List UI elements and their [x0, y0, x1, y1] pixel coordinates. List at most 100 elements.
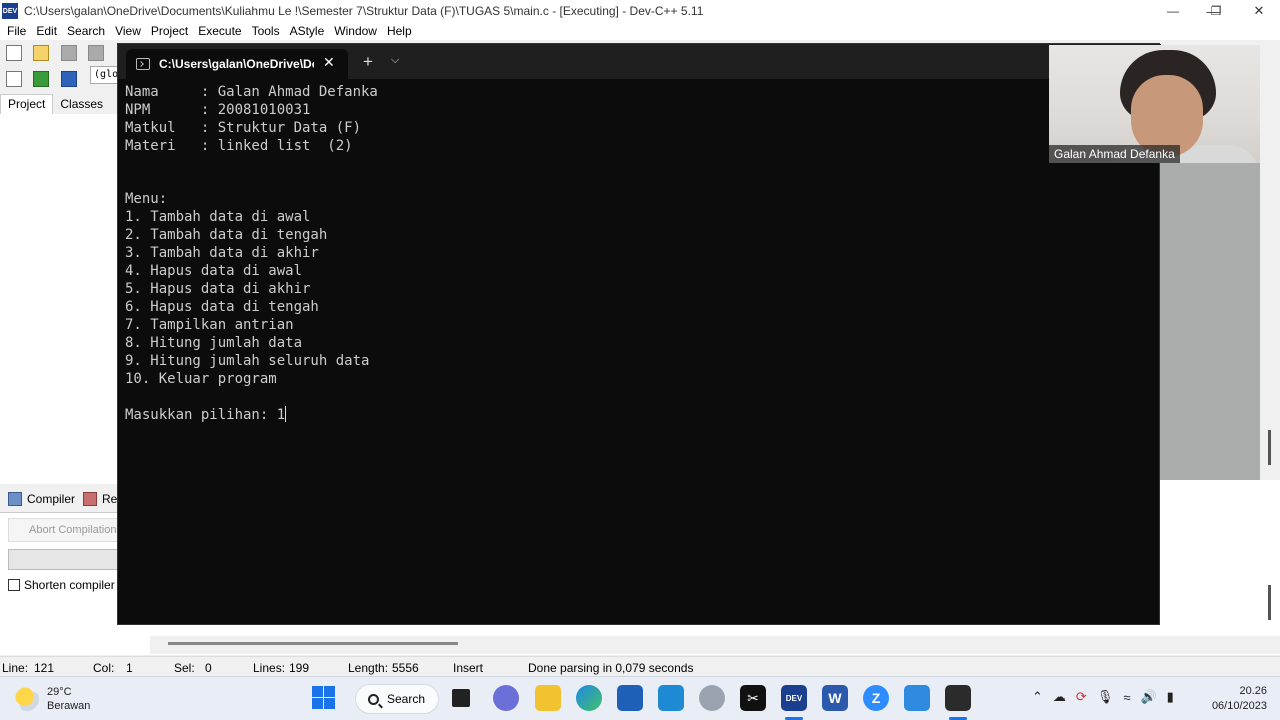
temperature: 29°C — [47, 686, 72, 698]
monitor-app-icon[interactable] — [658, 685, 684, 711]
terminal-line: Matkul : Struktur Data (F) — [125, 119, 362, 136]
compiler-log-area — [1160, 480, 1280, 640]
menu-edit[interactable]: Edit — [36, 24, 57, 38]
new-file-icon[interactable] — [6, 45, 22, 61]
left-panel-tabs: Project Classes Deb — [0, 94, 139, 114]
settings-gear-icon[interactable] — [699, 685, 725, 711]
menu-bar: File Edit Search View Project Execute To… — [0, 22, 1280, 40]
menu-project[interactable]: Project — [151, 24, 188, 38]
terminal-tab-bar: C:\Users\galan\OneDrive\Doc ✕ + ⌵ — [118, 44, 1161, 79]
status-line-label: Line: — [2, 661, 29, 675]
word-icon[interactable]: W — [822, 685, 848, 711]
show-hidden-icons-icon[interactable]: ⌃ — [1032, 689, 1043, 705]
abort-compilation-button[interactable]: Abort Compilation — [8, 518, 120, 542]
taskbar-clock[interactable]: 20.26 06/10/2023 — [1209, 684, 1267, 714]
shorten-paths-option[interactable]: Shorten compiler p — [8, 578, 120, 592]
terminal-line: ​ — [125, 388, 1145, 406]
terminal-output: Nama : Galan Ahmad Defanka NPM : 20081010… — [125, 84, 1145, 425]
terminal-line: 5. Hapus data di akhir — [125, 280, 311, 297]
terminal-line: 9. Hitung jumlah seluruh data — [125, 352, 370, 369]
menu-astyle[interactable]: AStyle — [290, 24, 325, 38]
file-explorer-icon[interactable] — [535, 685, 561, 711]
microphone-icon[interactable]: 🎙 — [1097, 689, 1114, 705]
sync-icon[interactable]: ⟳ — [1076, 689, 1087, 705]
zoom-icon[interactable]: Z — [863, 685, 889, 711]
menu-window[interactable]: Window — [334, 24, 377, 38]
status-mode: Insert — [453, 661, 484, 675]
new-tab-icon[interactable]: + — [363, 52, 373, 72]
terminal-line: 1. Tambah data di awal — [125, 209, 311, 226]
horizontal-scrollbar-thumb[interactable] — [168, 642, 458, 645]
compiler-icon — [8, 492, 22, 506]
open-file-icon[interactable] — [33, 45, 50, 61]
goto-icon[interactable] — [33, 71, 50, 87]
wifi-icon[interactable]: ≈ — [1123, 690, 1130, 705]
chevron-down-icon[interactable]: ⌵ — [391, 54, 399, 67]
tab-compiler[interactable]: Compiler — [0, 492, 75, 506]
tab-resources-label: Re — [102, 492, 118, 506]
system-tray: ⌃ ☁ ⟳ 🎙 ≈ 🔊 ▮ — [1032, 689, 1174, 705]
project-browser — [0, 114, 125, 484]
search-icon — [368, 693, 379, 705]
volume-icon[interactable]: 🔊 — [1140, 689, 1156, 705]
terminal-line: NPM : 20081010031 — [125, 101, 311, 118]
menu-execute[interactable]: Execute — [198, 24, 241, 38]
terminal-line: ​ — [125, 156, 1145, 174]
save-icon[interactable] — [60, 45, 77, 61]
bottom-panel-tabs: Compiler Re — [0, 488, 125, 510]
status-bar: Line: 121 Col: 1 Sel: 0 Lines: 199 Lengt… — [0, 656, 1280, 676]
terminal-line: Menu: — [125, 191, 168, 208]
menu-tools[interactable]: Tools — [252, 24, 280, 38]
tab-project[interactable]: Project — [0, 94, 54, 114]
restore-window-button[interactable]: ❐ — [1196, 0, 1236, 22]
devcpp-taskbar-icon[interactable]: DEV — [781, 685, 807, 711]
shorten-checkbox[interactable] — [8, 579, 20, 591]
terminal-prompt-line[interactable]: Masukkan pilihan: 1 — [125, 406, 1145, 425]
close-tab-icon[interactable]: ✕ — [323, 54, 335, 71]
cloud-off-icon[interactable]: ☁ — [1053, 689, 1066, 705]
save-all-icon[interactable] — [88, 45, 105, 61]
menu-help[interactable]: Help — [387, 24, 412, 38]
menu-view[interactable]: View — [115, 24, 141, 38]
editor-scrollbar-thumb[interactable] — [1268, 430, 1271, 465]
minimize-window-button[interactable]: — — [1150, 0, 1196, 22]
bookmark-icon[interactable] — [60, 71, 77, 87]
terminal-tab[interactable]: C:\Users\galan\OneDrive\Doc — [126, 49, 348, 79]
menu-file[interactable]: File — [7, 24, 26, 38]
scope-combo[interactable]: (glo — [90, 66, 121, 84]
webcam-overlay: Galan Ahmad Defanka — [1049, 45, 1260, 163]
toolbar-second: (glo — [0, 66, 130, 92]
terminal-line: 2. Tambah data di tengah — [125, 227, 328, 244]
start-button[interactable] — [311, 685, 337, 711]
windows-taskbar: 29°C Berawan Search ✂ DEV W Z ⌃ ☁ ⟳ 🎙 ≈ … — [0, 676, 1280, 720]
tab-resources[interactable]: Re — [75, 492, 117, 506]
battery-icon[interactable]: ▮ — [1167, 689, 1174, 705]
status-lines-label: Lines: — [253, 661, 286, 675]
terminal-window[interactable]: C:\Users\galan\OneDrive\Doc ✕ + ⌵ Nama :… — [117, 43, 1161, 625]
tab-classes[interactable]: Classes — [53, 97, 110, 111]
edge-browser-icon[interactable] — [576, 685, 602, 711]
close-button[interactable]: ✕ — [1236, 0, 1280, 22]
taskbar-search[interactable]: Search — [355, 684, 439, 714]
status-length-label: Length: — [348, 661, 389, 675]
vscode-icon[interactable] — [904, 685, 930, 711]
status-col-value: 1 — [126, 661, 133, 675]
terminal-line: 6. Hapus data di tengah — [125, 298, 319, 315]
task-view-icon[interactable] — [452, 689, 470, 707]
menu-search[interactable]: Search — [67, 24, 105, 38]
teams-chat-icon[interactable] — [493, 685, 519, 711]
compile-progress-bar — [8, 549, 120, 570]
devcpp-titlebar: DEV C:\Users\galan\OneDrive\Documents\Ku… — [0, 0, 1280, 22]
terminal-line: 4. Hapus data di awal — [125, 263, 303, 280]
weather-widget[interactable]: 29°C Berawan — [15, 685, 90, 713]
terminal-taskbar-icon[interactable] — [945, 685, 971, 711]
log-scrollbar-thumb[interactable] — [1268, 585, 1271, 620]
indent-icon[interactable] — [6, 71, 22, 87]
terminal-line: 8. Hitung jumlah data — [125, 334, 303, 351]
microsoft-store-icon[interactable] — [617, 685, 643, 711]
capcut-icon[interactable]: ✂ — [740, 685, 766, 711]
weather-condition: Berawan — [47, 700, 91, 712]
horizontal-scrollbar[interactable] — [150, 636, 1280, 654]
status-sel-label: Sel: — [174, 661, 195, 675]
editor-background — [1160, 160, 1260, 480]
